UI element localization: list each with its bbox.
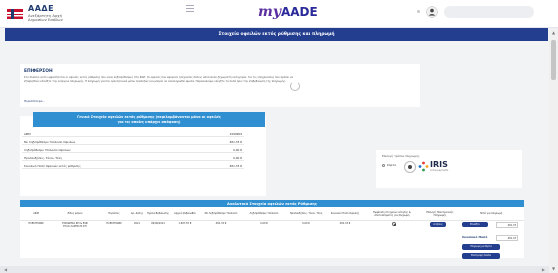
column-header: ΑΦΜ: [33, 212, 39, 215]
myaade-brand[interactable]: myAADE: [258, 4, 318, 20]
iris-logo: IRIS online payments: [418, 160, 452, 174]
notification-dot-icon[interactable]: [417, 10, 420, 13]
notice-body: Στο πλαίσιο αυτό εμφανίζονται οι οφειλές…: [24, 76, 294, 83]
pay-by-card-button[interactable]: Πληρωμή με Κάρτα: [462, 244, 500, 250]
brand-aade: AADE: [280, 5, 318, 19]
divider: [20, 220, 524, 221]
notice-card: ΕΠΙΦΕΡΣΟΗ Στο πλαίσιο αυτό εμφανίζονται …: [20, 64, 300, 107]
table-title-bar: Αναλυτικά Στοιχεία οφειλών εκτός Ρύθμιση…: [20, 200, 524, 207]
page-scrollbar[interactable]: ▲ ▼: [549, 28, 558, 273]
column-header: Επιλογή Ηλεκτρονικής Πληρωμής: [426, 210, 454, 217]
loading-spinner-icon: [290, 81, 300, 91]
cell-total: 481,33 €: [339, 222, 351, 225]
summary-heading: Γενικά Στοιχεία οφειλών εκτός ρύθμισης (…: [33, 112, 265, 127]
cell-overdue: 0,00 €: [260, 222, 268, 225]
total-amount-label: Συνολικό Ποσό: [462, 235, 488, 239]
summary-row: Προσαυξήσεις, Τόκοι, Τέλη 0,00 €: [22, 154, 244, 161]
notice-card-extension: [300, 64, 420, 107]
summary-heading-text: Γενικά Στοιχεία οφειλών εκτός ρύθμισης (…: [77, 115, 221, 124]
column-header: Περίοδος: [108, 212, 120, 215]
summary-row: Με Ληξιπρόθεσμο Υπόλοιπο Οφειλών 481,33 …: [22, 138, 244, 145]
iris-logo-sub: online payments: [430, 169, 449, 172]
bottom-bar: ◀ ▶: [0, 266, 549, 273]
table-title: Αναλυτικά Στοιχεία οφειλών εκτός Ρύθμιση…: [227, 201, 317, 206]
cell-period: ΗΛΕΚΤΡΟΝΙΚ: [106, 222, 122, 225]
payment-method-title: Επιλογή τρόπου πληρωμής: [382, 154, 420, 158]
iris-logo-icon: [418, 161, 429, 172]
summary-row: ΑΦΜ 1999909: [22, 130, 244, 137]
show-application-radio[interactable]: [392, 222, 396, 226]
brand-my: my: [258, 4, 281, 20]
scroll-down-icon[interactable]: ▼: [551, 266, 556, 271]
summary-row-label: ΑΦΜ: [24, 131, 31, 136]
debts-table: Αναλυτικά Στοιχεία οφειλών εκτός Ρύθμιση…: [20, 200, 524, 259]
cell-initial: 1.807,87 €: [178, 222, 192, 225]
top-bar: ΑΑΔΕ Ανεξάρτητη Αρχή Δημοσίων Εσόδων myA…: [0, 0, 558, 28]
org-subtitle: Ανεξάρτητη Αρχή Δημοσίων Εσόδων: [28, 13, 63, 23]
amount-to-pay-input[interactable]: 481,33: [496, 222, 518, 228]
column-header: Συνολικό Ποσό Οφειλής: [330, 212, 360, 215]
org-name: ΑΑΔΕ: [28, 4, 55, 13]
summary-row-value: 0,00 €: [233, 147, 242, 152]
column-header: Εμφάνιση στοιχείων Αίτησης & Αποτελέσματ…: [373, 210, 411, 217]
summary-row-label: Προσαυξήσεις, Τόκοι, Τέλη: [24, 155, 62, 160]
summary-row-value: 0,00 €: [233, 155, 242, 160]
column-header: Ληξιπρόθεσμο Υπόλοιπο: [249, 212, 279, 215]
cell-installment: 2021: [133, 222, 141, 225]
column-header: Είδος φόρου: [67, 212, 83, 215]
aade-logo-icon: [7, 9, 23, 19]
summary-row-label: Συνολικό Ποσό Οφειλών εκτός ρύθμισης: [24, 163, 81, 168]
summary-row-value: 481,33 €: [229, 139, 242, 144]
user-name-pill[interactable]: [444, 6, 534, 18]
notice-title: ΕΠΙΦΕΡΣΟΗ: [24, 69, 53, 74]
cell-date: 09/06/2021: [151, 222, 165, 225]
total-amount-field: 481,33: [496, 235, 518, 241]
cell-afm: ΗΛΕΚΤΡΟΝΙΚ: [28, 222, 44, 225]
column-header: Ημ/νία Βεβαίωσης: [147, 212, 169, 215]
page-title-bar: Στοιχεία οφειλών εκτός ρύθμισης και πληρ…: [5, 28, 548, 41]
column-header: Αρ. Δόσης: [130, 212, 144, 215]
org-subtitle-line2: Δημοσίων Εσόδων: [28, 17, 63, 23]
applications-button[interactable]: Αιτήσεις: [430, 222, 446, 227]
cell-tax-type-line2: ΕΥΛΟ ΛΑΜΠΟ Μ ΚΤΙ: [63, 225, 87, 228]
summary-row-label: Ληξιπρόθεσμο Υπόλοιπο Οφειλών: [24, 147, 71, 152]
payment-option-card-label: Κάρτα: [387, 163, 396, 167]
aade-logo[interactable]: ΑΑΔΕ Ανεξάρτητη Αρχή Δημοσίων Εσόδων: [6, 4, 96, 26]
bottom-right-arrow-icon[interactable]: ▶: [542, 267, 545, 272]
scroll-thumb[interactable]: [551, 40, 556, 80]
column-header: Προσαυξήσεις, Τόκοι, Τέλη: [289, 212, 323, 215]
summary-row-value: 481,33 €: [229, 163, 242, 168]
column-header: Με Ληξιπρόθεσμο Υπόλοιπο: [204, 212, 238, 215]
summary-row: Ληξιπρόθεσμο Υπόλοιπο Οφειλών 0,00 €: [22, 146, 244, 153]
read-more-link[interactable]: Περισσότερα...: [24, 99, 45, 103]
radio-icon[interactable]: [382, 163, 385, 167]
cell-surcharges: 0,00 €: [302, 222, 310, 225]
scroll-up-icon[interactable]: ▲: [551, 30, 556, 35]
cell-overdue-with: 481,33 €: [215, 222, 227, 225]
bottom-left-arrow-icon[interactable]: ◀: [4, 267, 7, 272]
user-icon[interactable]: [426, 6, 438, 18]
summary-row-label: Με Ληξιπρόθεσμο Υπόλοιπο Οφειλών: [24, 139, 76, 144]
payment-option-iris-radio[interactable]: [404, 161, 416, 173]
column-header: Αρχικό βεβαιωθέν: [174, 212, 196, 215]
payment-option-card[interactable]: Κάρτα: [382, 163, 402, 169]
iris-logo-text: IRIS: [430, 160, 448, 169]
page-title: Στοιχεία οφειλών εκτός ρύθμισης και πληρ…: [218, 32, 335, 37]
menu-icon[interactable]: [186, 5, 194, 12]
cell-tax-type: ΕΙΣΟΔΗΜΑ ΦΠ & ΕΣΦ ΕΥΛΟ ΛΑΜΠΟ Μ ΚΤΙ: [52, 222, 98, 228]
column-header: Ποσό για πληρωμή: [479, 212, 503, 215]
payment-method-panel: Επιλογή τρόπου πληρωμής Κάρτα IRIS onlin…: [376, 150, 522, 188]
back-button[interactable]: Επιστροφή Σελίδα: [462, 253, 500, 259]
select-payment-button[interactable]: Επιλέξτε: [462, 222, 488, 227]
summary-row: Συνολικό Ποσό Οφειλών εκτός ρύθμισης 481…: [22, 162, 244, 169]
summary-row-value: 1999909: [229, 131, 242, 136]
